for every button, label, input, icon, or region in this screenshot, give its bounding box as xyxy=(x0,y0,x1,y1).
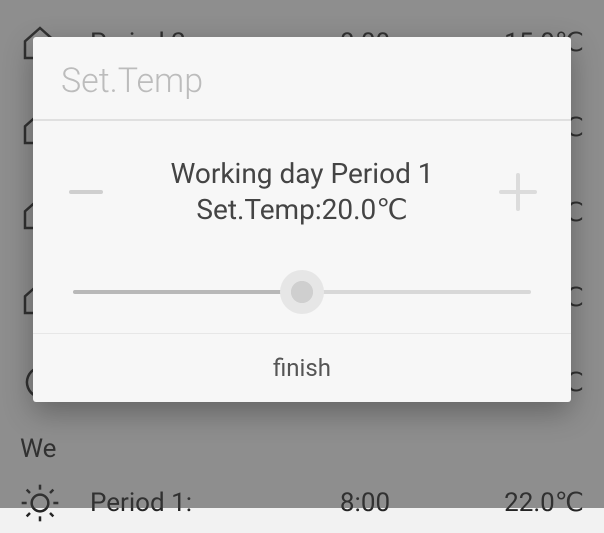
value-line-1: Working day Period 1 xyxy=(116,156,488,192)
value-line-2: Set.Temp:20.0℃ xyxy=(116,192,488,228)
set-temp-dialog: Set.Temp Working day Period 1 Set.Temp:2… xyxy=(33,37,571,402)
dialog-title: Set.Temp xyxy=(61,61,543,101)
plus-icon xyxy=(499,173,537,211)
increase-button[interactable] xyxy=(493,167,543,217)
dialog-header: Set.Temp xyxy=(33,37,571,121)
minus-icon xyxy=(69,190,103,194)
dialog-body: Working day Period 1 Set.Temp:20.0℃ xyxy=(33,121,571,333)
temperature-value: Working day Period 1 Set.Temp:20.0℃ xyxy=(116,156,488,229)
finish-button[interactable]: finish xyxy=(33,333,571,402)
temperature-slider[interactable] xyxy=(73,290,531,294)
temperature-stepper: Working day Period 1 Set.Temp:20.0℃ xyxy=(61,156,543,229)
decrease-button[interactable] xyxy=(61,167,111,217)
slider-container xyxy=(61,279,543,313)
